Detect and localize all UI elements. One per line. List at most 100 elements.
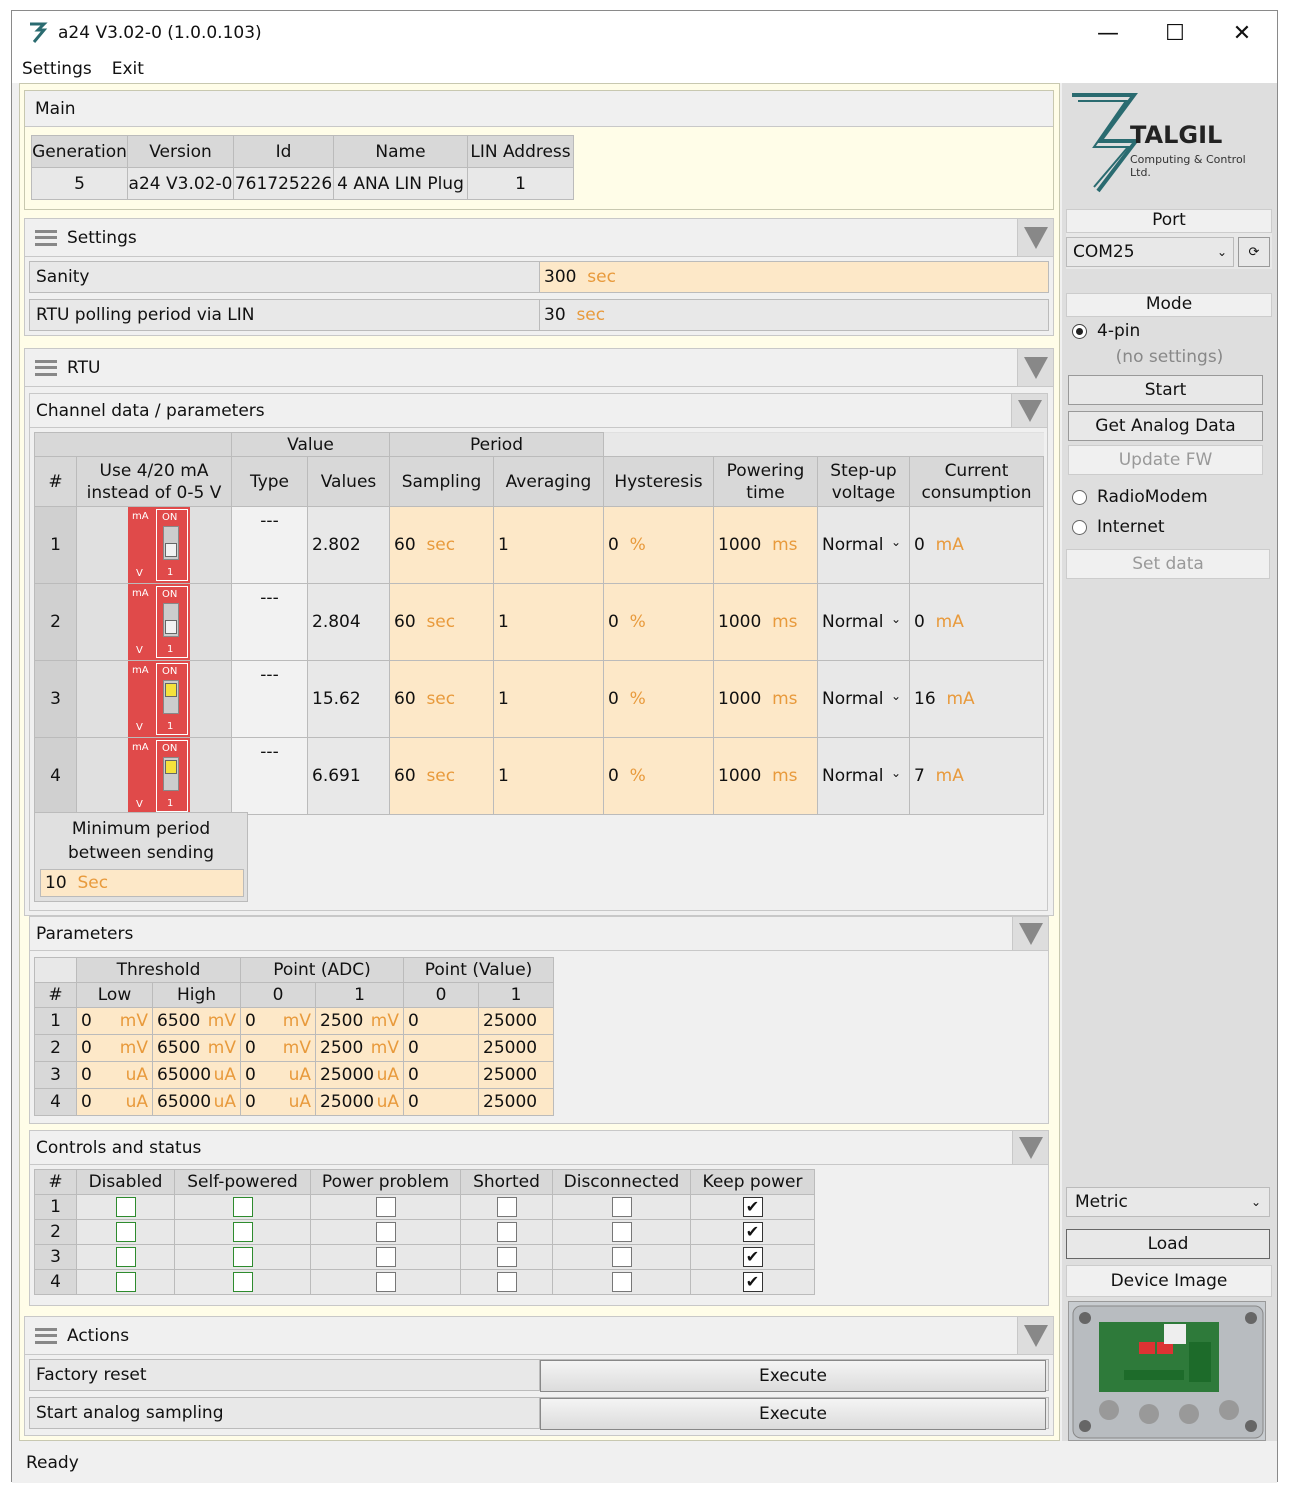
- sampling-input[interactable]: 60 sec: [389, 583, 494, 661]
- point-adc0-input[interactable]: 0 mV: [240, 1007, 316, 1035]
- get-analog-data-button[interactable]: Get Analog Data: [1068, 411, 1263, 441]
- parameters-header[interactable]: Parameters: [30, 917, 1048, 951]
- point-value1-input[interactable]: 25000: [478, 1007, 554, 1035]
- port-select[interactable]: COM25 ⌄: [1066, 237, 1234, 267]
- mode-switch[interactable]: mA V ON 1: [128, 507, 190, 583]
- point-value0-input[interactable]: 0: [403, 1061, 479, 1089]
- channel-num: 3: [34, 660, 77, 738]
- point-value1-input[interactable]: 25000: [478, 1034, 554, 1062]
- sampling-input[interactable]: 60 sec: [389, 660, 494, 738]
- point-adc1-input[interactable]: 2500 mV: [315, 1007, 404, 1035]
- threshold-low-input[interactable]: 0 mV: [76, 1007, 153, 1035]
- execute-factory-reset-button[interactable]: Execute: [540, 1360, 1046, 1392]
- point-adc0-input[interactable]: 0 uA: [240, 1088, 316, 1116]
- minimize-button[interactable]: —: [1075, 11, 1141, 55]
- units-select[interactable]: Metric ⌄: [1066, 1187, 1270, 1217]
- internet-radio[interactable]: Internet: [1072, 517, 1165, 537]
- averaging-input[interactable]: 1: [493, 737, 604, 815]
- threshold-high-input[interactable]: 65000 uA: [152, 1088, 241, 1116]
- collapse-icon[interactable]: [1017, 219, 1053, 256]
- self-powered-checkbox[interactable]: [232, 1197, 253, 1217]
- keep-power-checkbox[interactable]: ✔: [742, 1197, 763, 1217]
- polling-input[interactable]: 30 sec: [540, 300, 1048, 330]
- self-powered-checkbox[interactable]: [232, 1247, 253, 1267]
- collapse-icon[interactable]: [1012, 1131, 1048, 1164]
- threshold-low-input[interactable]: 0 uA: [76, 1088, 153, 1116]
- disabled-checkbox[interactable]: [115, 1197, 136, 1217]
- radiomodem-radio[interactable]: RadioModem: [1072, 487, 1208, 507]
- point-value0-input[interactable]: 0: [403, 1007, 479, 1035]
- point-adc0-input[interactable]: 0 mV: [240, 1034, 316, 1062]
- disabled-checkbox[interactable]: [115, 1222, 136, 1242]
- keep-power-checkbox[interactable]: ✔: [742, 1247, 763, 1267]
- load-button[interactable]: Load: [1066, 1229, 1270, 1259]
- actions-header[interactable]: Actions: [25, 1317, 1053, 1355]
- mode-4pin-radio[interactable]: 4-pin: [1072, 321, 1140, 341]
- sub-low: Low: [76, 982, 153, 1008]
- stepup-select[interactable]: Normal ⌄: [817, 583, 910, 661]
- powering-input[interactable]: 1000 ms: [713, 583, 818, 661]
- self-powered-checkbox[interactable]: [232, 1272, 253, 1292]
- threshold-low-input[interactable]: 0 uA: [76, 1061, 153, 1089]
- min-period-input[interactable]: 10 Sec: [40, 869, 244, 897]
- channel-header[interactable]: Channel data / parameters: [30, 394, 1047, 428]
- point-value1-input[interactable]: 25000: [478, 1088, 554, 1116]
- mode-switch[interactable]: mA V ON 1: [128, 738, 190, 814]
- set-data-button[interactable]: Set data: [1066, 549, 1270, 579]
- stepup-select[interactable]: Normal ⌄: [817, 737, 910, 815]
- start-button[interactable]: Start: [1068, 375, 1263, 405]
- stepup-select[interactable]: Normal ⌄: [817, 660, 910, 738]
- disabled-checkbox[interactable]: [115, 1272, 136, 1292]
- point-value0-input[interactable]: 0: [403, 1034, 479, 1062]
- keep-power-checkbox[interactable]: ✔: [742, 1272, 763, 1292]
- settings-header[interactable]: Settings: [25, 219, 1053, 257]
- hysteresis-input[interactable]: 0 %: [603, 506, 714, 584]
- collapse-icon[interactable]: [1012, 917, 1048, 950]
- hysteresis-input[interactable]: 0 %: [603, 583, 714, 661]
- powering-input[interactable]: 1000 ms: [713, 506, 818, 584]
- threshold-low-input[interactable]: 0 mV: [76, 1034, 153, 1062]
- channel-panel: Channel data / parameters Value Period #…: [29, 393, 1048, 911]
- point-value1-input[interactable]: 25000: [478, 1061, 554, 1089]
- current-value: 0 mA: [909, 506, 1044, 584]
- update-fw-button[interactable]: Update FW: [1068, 445, 1263, 475]
- collapse-icon[interactable]: [1017, 1317, 1053, 1354]
- stepup-select[interactable]: Normal ⌄: [817, 506, 910, 584]
- mode-switch[interactable]: mA V ON 1: [128, 584, 190, 660]
- threshold-high-input[interactable]: 6500 mV: [152, 1034, 241, 1062]
- maximize-button[interactable]: ☐: [1142, 11, 1208, 55]
- sampling-input[interactable]: 60 sec: [389, 737, 494, 815]
- hysteresis-input[interactable]: 0 %: [603, 737, 714, 815]
- sanity-input[interactable]: 300 sec: [540, 262, 1048, 292]
- averaging-input[interactable]: 1: [493, 660, 604, 738]
- shorted-checkbox: [496, 1272, 517, 1292]
- menu-settings[interactable]: Settings: [12, 59, 102, 79]
- hysteresis-input[interactable]: 0 %: [603, 660, 714, 738]
- threshold-high-input[interactable]: 65000 uA: [152, 1061, 241, 1089]
- threshold-high-input[interactable]: 6500 mV: [152, 1007, 241, 1035]
- group-threshold: Threshold: [76, 957, 241, 983]
- powering-input[interactable]: 1000 ms: [713, 737, 818, 815]
- sampling-input[interactable]: 60 sec: [389, 506, 494, 584]
- refresh-icon[interactable]: ⟳: [1238, 237, 1270, 267]
- point-adc1-input[interactable]: 25000 uA: [315, 1061, 404, 1089]
- averaging-input[interactable]: 1: [493, 506, 604, 584]
- collapse-icon[interactable]: [1011, 394, 1047, 427]
- rtu-header[interactable]: RTU: [25, 349, 1053, 387]
- controls-header[interactable]: Controls and status: [30, 1131, 1048, 1165]
- point-adc1-input[interactable]: 2500 mV: [315, 1034, 404, 1062]
- disabled-checkbox[interactable]: [115, 1247, 136, 1267]
- collapse-icon[interactable]: [1017, 349, 1053, 386]
- self-powered-checkbox[interactable]: [232, 1222, 253, 1242]
- powering-input[interactable]: 1000 ms: [713, 660, 818, 738]
- keep-power-checkbox[interactable]: ✔: [742, 1222, 763, 1242]
- channel-type: ---: [231, 737, 308, 815]
- mode-switch[interactable]: mA V ON 1: [128, 661, 190, 737]
- point-adc0-input[interactable]: 0 uA: [240, 1061, 316, 1089]
- menu-exit[interactable]: Exit: [102, 59, 154, 79]
- point-value0-input[interactable]: 0: [403, 1088, 479, 1116]
- execute-start-sampling-button[interactable]: Execute: [540, 1398, 1046, 1430]
- point-adc1-input[interactable]: 25000 uA: [315, 1088, 404, 1116]
- close-button[interactable]: ✕: [1209, 11, 1275, 55]
- averaging-input[interactable]: 1: [493, 583, 604, 661]
